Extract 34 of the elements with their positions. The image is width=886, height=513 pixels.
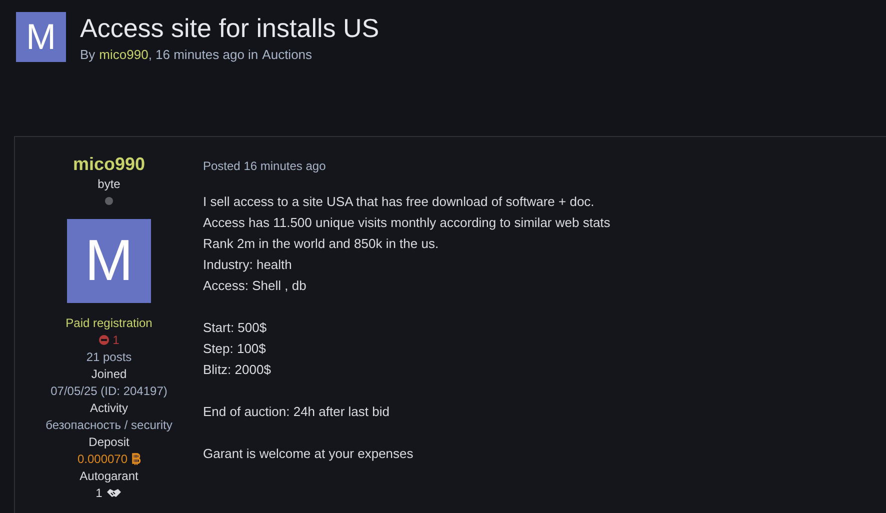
field-value: 07/05/25 (ID: 204197): [50, 382, 168, 400]
field-label: Autogarant: [80, 468, 138, 484]
field-value: безопасность / security: [46, 416, 172, 434]
field-label: Activity: [90, 400, 128, 416]
field-label: Joined: [91, 366, 127, 382]
post-text: Access: Shell , db: [203, 276, 308, 294]
post-text: Start: 500$: [203, 318, 268, 336]
post-date: Posted 16 minutes ago: [203, 158, 327, 174]
forum-link[interactable]: Auctions: [262, 45, 312, 64]
post-count: 21 posts: [86, 348, 132, 366]
post-text: I sell access to a site USA that has free download of software + doc.: [203, 192, 596, 210]
author-rank: byte: [98, 176, 120, 192]
author-link[interactable]: mico990: [99, 45, 148, 64]
handshake-icon: [106, 488, 122, 498]
post-text: Step: 100$: [203, 340, 267, 358]
post-text: End of auction: 24h after last bid: [203, 402, 390, 420]
autogarant-count: 1: [96, 484, 122, 502]
post-text: Access has 11.500 unique visits monthly according to similar web stats: [203, 214, 612, 232]
author-avatar: M: [67, 218, 151, 302]
group-label: Paid registration: [66, 314, 152, 332]
post-text: Blitz: 2000$: [203, 360, 272, 378]
byline-time: , 16 minutes ago in: [148, 46, 258, 64]
topic-title: Access site for installs US: [80, 12, 380, 44]
byline-prefix: By: [80, 46, 96, 64]
deposit-value: 0.000070: [77, 450, 141, 468]
post-text: Garant is welcome at your expenses: [203, 444, 414, 463]
minus-circle-icon: [98, 335, 109, 345]
post-text: Industry: health: [203, 256, 293, 274]
field-label: Deposit: [88, 434, 130, 450]
author-name[interactable]: mico990: [72, 152, 146, 174]
post-text: Rank 2m in the world and 850k in the us.: [203, 234, 440, 252]
warning-points: 1: [98, 332, 120, 348]
topic-avatar: M: [16, 12, 66, 62]
bitcoin-icon: [132, 453, 141, 465]
